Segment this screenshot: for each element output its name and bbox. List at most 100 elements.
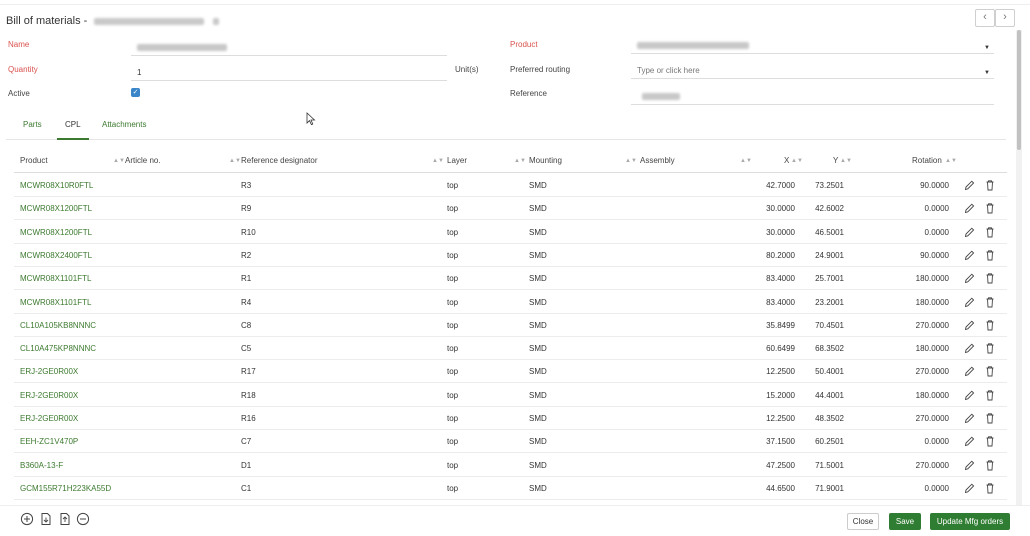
table-row[interactable]: ERJ-2GE0R00X R17 top SMD 12.2500 50.4001 270.0… <box>14 360 1007 384</box>
table-row[interactable]: MCWR08X1200FTL R10 top SMD 30.0000 46.5001 0.0… <box>14 221 1007 244</box>
table-row[interactable]: MCWR08X10R0FTL R3 top SMD 42.7000 73.2501 90.0… <box>14 174 1007 197</box>
table-row[interactable]: MCWR08X1101FTL R1 top SMD 83.4000 25.7001 180.… <box>14 267 1007 291</box>
product-link[interactable]: MCWR08X10R0FTL <box>20 181 93 190</box>
delete-icon[interactable] <box>984 411 996 425</box>
edit-icon[interactable] <box>963 341 975 355</box>
sort-icon[interactable]: ▲▼ <box>945 158 957 164</box>
sort-icon[interactable]: ▲▼ <box>432 158 444 164</box>
edit-icon[interactable] <box>963 295 975 309</box>
product-link[interactable]: MCWR08X1101FTL <box>20 274 91 283</box>
reference-field[interactable] <box>631 89 994 105</box>
delete-icon[interactable] <box>984 341 996 355</box>
edit-icon[interactable] <box>963 318 975 332</box>
save-button[interactable]: Save <box>889 513 921 530</box>
delete-icon[interactable] <box>984 178 996 192</box>
tab-cpl[interactable]: CPL <box>57 120 89 140</box>
table-row[interactable]: ERJ-2GE0R00X R16 top SMD 12.2500 48.3502 270.0… <box>14 407 1007 430</box>
product-link[interactable]: B360A-13-F <box>20 461 63 470</box>
product-link[interactable]: MCWR08X1200FTL <box>20 204 92 213</box>
edit-icon[interactable] <box>963 388 975 402</box>
tab-parts[interactable]: Parts <box>23 120 42 140</box>
column-header-article[interactable]: Article no. <box>125 156 161 165</box>
table-row[interactable]: MCWR08X1200FTL R9 top SMD 30.0000 42.6002 0.00… <box>14 197 1007 221</box>
edit-icon[interactable] <box>963 411 975 425</box>
sort-icon[interactable]: ▲▼ <box>740 158 752 164</box>
y-cell: 71.5001 <box>815 460 844 470</box>
tab-attachments[interactable]: Attachments <box>102 120 146 140</box>
next-record-button[interactable]: › <box>995 9 1015 27</box>
active-checkbox[interactable]: ✓ <box>131 88 140 97</box>
previous-record-button[interactable]: ‹ <box>975 9 995 27</box>
column-header-reference-designator[interactable]: Reference designator <box>241 156 318 165</box>
product-select[interactable]: ▼ <box>631 38 994 54</box>
delete-icon[interactable] <box>984 364 996 378</box>
table-row[interactable]: B360A-13-F D1 top SMD 47.2500 71.5001 270.0000 <box>14 454 1007 477</box>
preferred-routing-select[interactable]: Type or click here ▼ <box>631 63 994 79</box>
vertical-scrollbar[interactable] <box>1016 30 1022 505</box>
product-link[interactable]: MCWR08X2400FTL <box>20 251 92 260</box>
product-link[interactable]: GCM155R71H223KA55D <box>20 484 111 493</box>
table-row[interactable]: MCWR08X1101FTL R4 top SMD 83.4000 23.2001 180.… <box>14 291 1007 314</box>
sort-icon[interactable]: ▲▼ <box>229 158 241 164</box>
edit-icon[interactable] <box>963 364 975 378</box>
sort-icon[interactable]: ▲▼ <box>625 158 637 164</box>
name-field[interactable] <box>131 40 447 56</box>
edit-icon[interactable] <box>963 481 975 495</box>
column-header-rotation[interactable]: Rotation <box>912 156 942 165</box>
product-link[interactable]: CL10A475KP8NNNC <box>20 344 96 353</box>
edit-icon[interactable] <box>963 271 975 285</box>
table-row[interactable]: GCM155R71H223KA55D C1 top SMD 44.6500 71.9001… <box>14 477 1007 500</box>
table-row[interactable]: CL10A475KP8NNNC C5 top SMD 60.6499 68.3502 180… <box>14 337 1007 361</box>
rotation-cell: 0.0000 <box>924 227 949 237</box>
product-link[interactable]: CL10A105KB8NNNC <box>20 321 96 330</box>
delete-icon[interactable] <box>984 318 996 332</box>
delete-icon[interactable] <box>984 458 996 472</box>
product-link[interactable]: EEH-ZC1V470P <box>20 437 78 446</box>
product-link[interactable]: MCWR08X1101FTL <box>20 298 91 307</box>
edit-icon[interactable] <box>963 458 975 472</box>
close-button[interactable]: Close <box>847 513 879 530</box>
sort-icon[interactable]: ▲▼ <box>791 158 803 164</box>
export-file-icon[interactable] <box>58 512 72 526</box>
import-file-icon[interactable] <box>39 512 53 526</box>
column-header-layer[interactable]: Layer <box>447 156 467 165</box>
column-header-x[interactable]: X <box>784 156 789 165</box>
column-header-product[interactable]: Product <box>20 156 48 165</box>
product-link[interactable]: ERJ-2GE0R00X <box>20 367 78 376</box>
delete-icon[interactable] <box>984 434 996 448</box>
layer-cell: top <box>447 414 459 423</box>
scrollbar-thumb[interactable] <box>1017 30 1021 150</box>
column-header-y[interactable]: Y <box>833 156 838 165</box>
delete-icon[interactable] <box>984 388 996 402</box>
edit-icon[interactable] <box>963 225 975 239</box>
sort-icon[interactable]: ▲▼ <box>514 158 526 164</box>
sort-icon[interactable]: ▲▼ <box>840 158 852 164</box>
product-link[interactable]: ERJ-2GE0R00X <box>20 414 78 423</box>
rotation-cell: 180.0000 <box>915 274 949 284</box>
table-row[interactable]: ERJ-2GE0R00X R18 top SMD 15.2000 44.4001 180.0… <box>14 384 1007 407</box>
column-header-assembly[interactable]: Assembly <box>640 156 675 165</box>
remove-row-icon[interactable] <box>76 512 90 526</box>
delete-icon[interactable] <box>984 201 996 215</box>
delete-icon[interactable] <box>984 295 996 309</box>
update-mfg-orders-button[interactable]: Update Mfg orders <box>930 513 1010 530</box>
table-row[interactable]: CL10A105KB8NNNC C8 top SMD 35.8499 70.4501 270… <box>14 314 1007 337</box>
edit-icon[interactable] <box>963 434 975 448</box>
add-row-icon[interactable] <box>20 512 34 526</box>
delete-icon[interactable] <box>984 481 996 495</box>
edit-icon[interactable] <box>963 201 975 215</box>
product-link[interactable]: ERJ-2GE0R00X <box>20 391 78 400</box>
table-row[interactable]: EEH-ZC1V470P C7 top SMD 37.1500 60.2501 0.0000 <box>14 430 1007 454</box>
delete-icon[interactable] <box>984 225 996 239</box>
table-row[interactable]: MCWR08X2400FTL R2 top SMD 80.2000 24.9001 90.0… <box>14 244 1007 267</box>
sort-icon[interactable]: ▲▼ <box>113 158 125 164</box>
edit-icon[interactable] <box>963 248 975 262</box>
quantity-field[interactable]: 1 <box>131 65 447 81</box>
edit-icon[interactable] <box>963 178 975 192</box>
mounting-cell: SMD <box>529 367 547 377</box>
delete-icon[interactable] <box>984 248 996 262</box>
y-cell: 60.2501 <box>815 437 844 447</box>
column-header-mounting[interactable]: Mounting <box>529 156 562 165</box>
delete-icon[interactable] <box>984 271 996 285</box>
product-link[interactable]: MCWR08X1200FTL <box>20 228 92 237</box>
